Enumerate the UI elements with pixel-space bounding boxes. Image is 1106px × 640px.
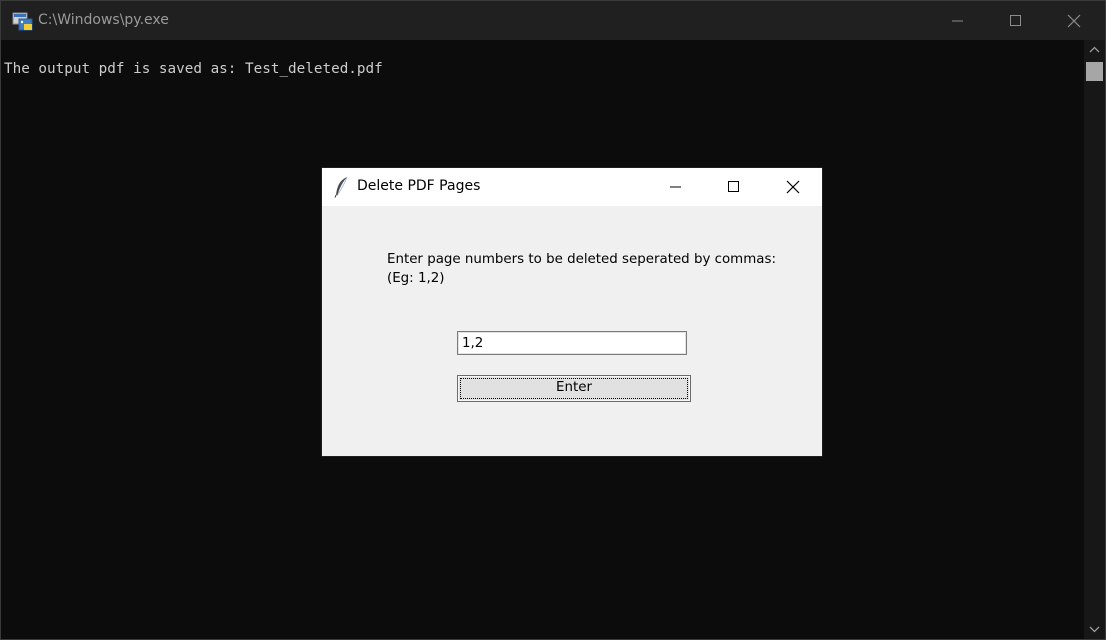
chevron-down-icon: [1089, 626, 1100, 633]
enter-button-face[interactable]: Enter: [457, 375, 691, 402]
dialog-maximize-button[interactable]: [704, 168, 762, 206]
console-output-line: The output pdf is saved as: Test_deleted…: [4, 61, 383, 77]
dialog-minimize-button[interactable]: [646, 168, 704, 206]
console-scrollbar[interactable]: [1084, 40, 1105, 639]
console-title: C:\Windows\py.exe: [38, 12, 169, 28]
prompt-line-2: (Eg: 1,2): [387, 271, 445, 286]
close-icon: [786, 180, 800, 194]
minimize-icon: [952, 20, 963, 22]
close-icon: [1067, 14, 1081, 28]
scroll-thumb[interactable]: [1086, 62, 1103, 81]
dialog-title: Delete PDF Pages: [357, 178, 481, 194]
python-launcher-icon: [12, 10, 34, 32]
prompt-label: Enter page numbers to be deleted seperat…: [387, 250, 787, 288]
console-maximize-button[interactable]: [987, 1, 1045, 40]
chevron-up-icon: [1089, 46, 1100, 53]
dialog-titlebar[interactable]: Delete PDF Pages: [322, 168, 822, 206]
scroll-down-button[interactable]: [1084, 620, 1105, 638]
maximize-icon: [728, 181, 739, 192]
minimize-icon: [670, 186, 681, 188]
maximize-icon: [1010, 15, 1021, 26]
console-minimize-button[interactable]: [929, 1, 987, 40]
dialog-close-button[interactable]: [763, 168, 821, 206]
feather-icon: [334, 176, 350, 198]
scroll-up-button[interactable]: [1084, 41, 1105, 59]
dialog-body: Enter page numbers to be deleted seperat…: [322, 206, 822, 456]
delete-pages-dialog: Delete PDF Pages Enter page numbers to b…: [322, 168, 822, 456]
prompt-line-1: Enter page numbers to be deleted seperat…: [387, 252, 776, 267]
console-titlebar[interactable]: C:\Windows\py.exe: [1, 1, 1105, 40]
enter-button[interactable]: Enter: [457, 375, 692, 403]
console-close-button[interactable]: [1045, 1, 1103, 40]
enter-button-label: Enter: [556, 380, 592, 395]
page-numbers-input[interactable]: [457, 331, 687, 355]
